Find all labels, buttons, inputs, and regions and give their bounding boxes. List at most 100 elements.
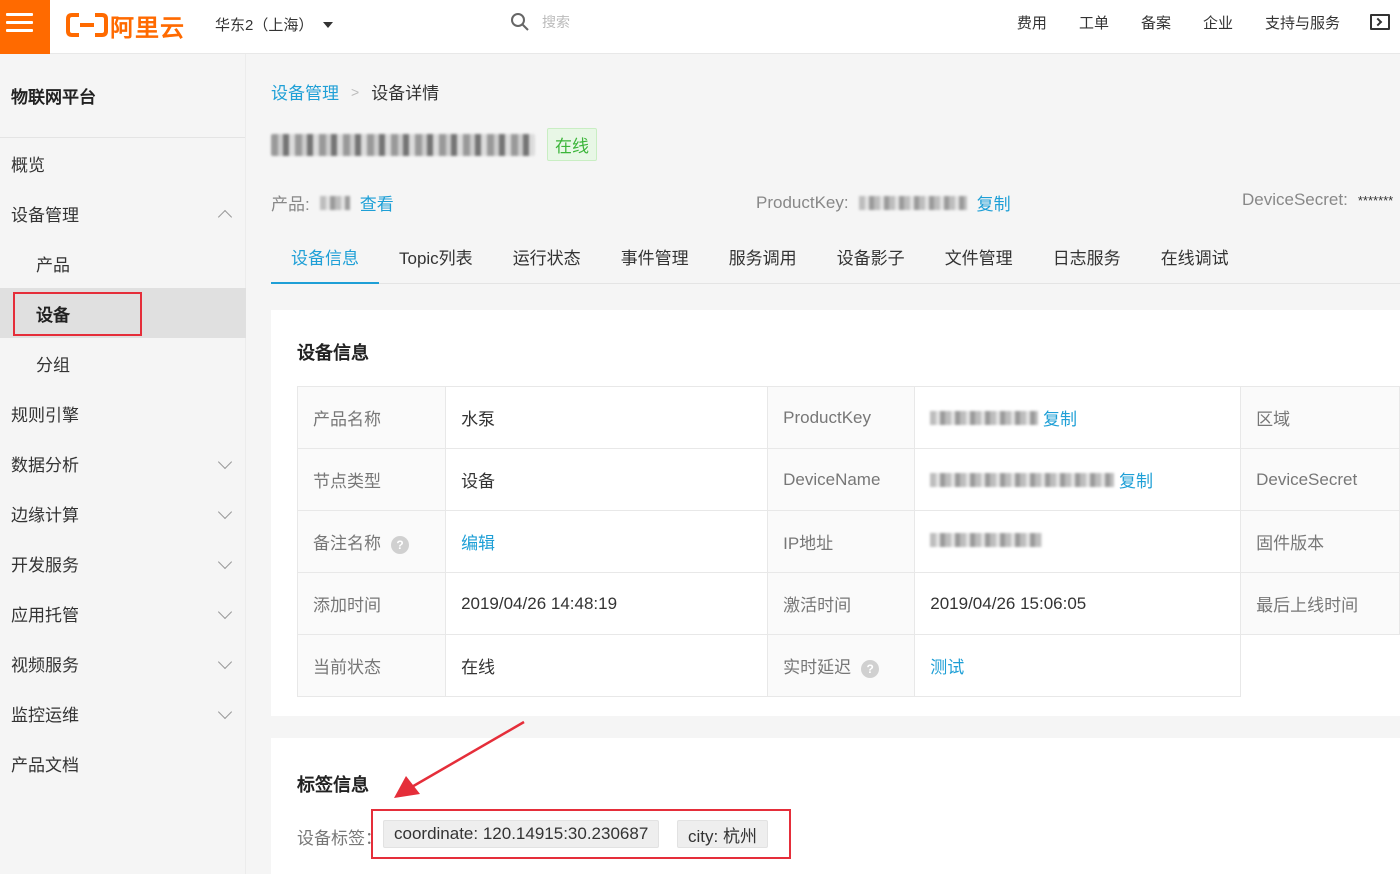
view-product-link[interactable]: 查看: [360, 190, 394, 215]
sidebar-item-label: 视频服务: [11, 655, 79, 675]
table-row: 节点类型 设备 DeviceName 复制 DeviceSecret: [296, 448, 1400, 511]
search-placeholder: 搜索: [542, 14, 570, 30]
ip-address-redacted: [930, 532, 1043, 547]
highlight-box-device: [13, 292, 142, 336]
sidebar-item-label: 边缘计算: [11, 505, 79, 525]
product-label: 产品:: [271, 195, 310, 214]
sidebar-item-video-services[interactable]: 视频服务: [0, 638, 246, 688]
sidebar-item-data-analysis[interactable]: 数据分析: [0, 438, 246, 488]
value-node-type: 设备: [445, 448, 769, 511]
chevron-down-icon: [217, 554, 233, 570]
hamburger-menu-icon[interactable]: [0, 0, 50, 54]
copy-productkey-link[interactable]: 复制: [977, 190, 1011, 215]
sidebar-item-device-management[interactable]: 设备管理: [0, 188, 246, 238]
label-activate-time: 激活时间: [767, 572, 916, 635]
sidebar-item-edge-computing[interactable]: 边缘计算: [0, 488, 246, 538]
empty-cell: [1240, 634, 1400, 697]
aliyun-logo[interactable]: 阿里云: [66, 10, 185, 42]
table-row: 产品名称 水泵 ProductKey 复制 区域: [296, 386, 1400, 449]
sidebar-item-monitoring[interactable]: 监控运维: [0, 688, 246, 738]
value-product-name: 水泵: [445, 386, 769, 449]
devicename-redacted: [930, 473, 1115, 487]
table-row: 备注名称? 编辑 IP地址 固件版本: [296, 510, 1400, 573]
top-nav: 费用 工单 备案 企业 支持与服务: [1017, 12, 1340, 33]
annotation-arrow-icon: [394, 720, 525, 798]
label-devicename: DeviceName: [767, 448, 916, 511]
sidebar-item-product[interactable]: 产品: [0, 238, 246, 288]
sidebar-item-label: 应用托管: [11, 605, 79, 625]
edit-remark-button[interactable]: 编辑: [461, 534, 495, 553]
nav-billing[interactable]: 费用: [1017, 12, 1047, 33]
label-current-status: 当前状态: [296, 634, 447, 697]
productkey-label: ProductKey:: [756, 192, 849, 212]
remark-name-label-text: 备注名称: [313, 534, 381, 553]
sidebar-item-label: 设备管理: [11, 205, 79, 225]
help-icon[interactable]: ?: [861, 659, 880, 678]
main-content: 设备管理 > 设备详情 在线 产品: 查看 ProductKey: 复制 Dev…: [246, 54, 1400, 874]
highlight-box-tags: [371, 809, 791, 859]
sidebar-item-label: 数据分析: [11, 455, 79, 475]
help-icon[interactable]: ?: [391, 535, 409, 554]
nav-enterprise[interactable]: 企业: [1203, 12, 1233, 33]
devicesecret-value: *******: [1357, 192, 1394, 208]
device-info-title: 设备信息: [297, 343, 369, 363]
tab-event-management[interactable]: 事件管理: [601, 244, 709, 284]
label-region: 区域: [1240, 386, 1400, 449]
tab-service-call[interactable]: 服务调用: [709, 244, 817, 284]
terminal-icon[interactable]: [1370, 14, 1390, 30]
table-row: 添加时间 2019/04/26 14:48:19 激活时间 2019/04/26…: [296, 572, 1400, 635]
value-realtime-latency: 测试: [914, 634, 1242, 697]
tag-info-title: 标签信息: [297, 775, 369, 795]
tab-run-status[interactable]: 运行状态: [493, 244, 601, 284]
logo-text: 阿里云: [110, 13, 185, 42]
sidebar-item-label: 分组: [36, 355, 70, 375]
sidebar-item-label: 产品文档: [11, 755, 79, 775]
nav-support[interactable]: 支持与服务: [1265, 12, 1340, 33]
label-node-type: 节点类型: [296, 448, 447, 511]
chevron-up-icon: [217, 209, 233, 225]
product-meta: 产品: 查看: [271, 190, 394, 215]
tab-topic-list[interactable]: Topic列表: [379, 244, 493, 284]
value-devicename: 复制: [914, 448, 1242, 511]
sidebar-item-rule-engine[interactable]: 规则引擎: [0, 388, 246, 438]
region-selector[interactable]: 华东2（上海）: [215, 14, 334, 35]
sidebar-item-app-hosting[interactable]: 应用托管: [0, 588, 246, 638]
product-name-redacted: [319, 195, 350, 210]
label-productkey: ProductKey: [767, 386, 916, 449]
search-box[interactable]: 搜索: [510, 12, 570, 32]
nav-tickets[interactable]: 工单: [1079, 12, 1109, 33]
copy-devicename-button[interactable]: 复制: [1119, 472, 1153, 491]
label-add-time: 添加时间: [296, 572, 447, 635]
breadcrumb-device-management[interactable]: 设备管理: [271, 79, 339, 104]
breadcrumb-current: 设备详情: [371, 84, 440, 103]
detail-tabs: 设备信息 Topic列表 运行状态 事件管理 服务调用 设备影子 文件管理 日志…: [271, 244, 1400, 284]
productkey-redacted: [858, 195, 967, 210]
test-latency-button[interactable]: 测试: [930, 658, 964, 677]
device-info-table: 产品名称 水泵 ProductKey 复制 区域 节点类型 设备 DeviceN…: [296, 386, 1400, 697]
sidebar: 物联网平台 概览 设备管理 产品 设备 分组 规则引擎 数据分析 边缘计算 开发…: [0, 54, 246, 874]
sidebar-item-dev-services[interactable]: 开发服务: [0, 538, 246, 588]
devicesecret-label: DeviceSecret:: [1242, 190, 1348, 209]
device-info-card: 设备信息 产品名称 水泵 ProductKey 复制 区域 节点类型 设备 De…: [271, 310, 1400, 716]
copy-productkey-button[interactable]: 复制: [1043, 410, 1077, 429]
sidebar-item-group[interactable]: 分组: [0, 338, 246, 388]
value-ip-address: [914, 510, 1242, 573]
tab-online-debug[interactable]: 在线调试: [1141, 244, 1249, 284]
tab-device-shadow[interactable]: 设备影子: [817, 244, 925, 284]
label-product-name: 产品名称: [296, 386, 447, 449]
tab-device-info[interactable]: 设备信息: [271, 244, 379, 284]
nav-icp[interactable]: 备案: [1141, 12, 1171, 33]
value-productkey: 复制: [914, 386, 1242, 449]
devicesecret-meta: DeviceSecret: *******: [1242, 190, 1393, 210]
value-remark-name: 编辑: [445, 510, 769, 573]
sidebar-item-label: 开发服务: [11, 555, 79, 575]
tab-file-management[interactable]: 文件管理: [925, 244, 1033, 284]
label-last-online-time: 最后上线时间: [1240, 572, 1400, 635]
chevron-down-icon: [217, 704, 233, 720]
device-tags-label: 设备标签：: [297, 829, 382, 848]
sidebar-item-overview[interactable]: 概览: [0, 138, 246, 188]
label-devicesecret: DeviceSecret: [1240, 448, 1400, 511]
sidebar-item-label: 规则引擎: [11, 405, 79, 425]
tab-log-service[interactable]: 日志服务: [1033, 244, 1141, 284]
sidebar-item-docs[interactable]: 产品文档: [0, 738, 246, 788]
